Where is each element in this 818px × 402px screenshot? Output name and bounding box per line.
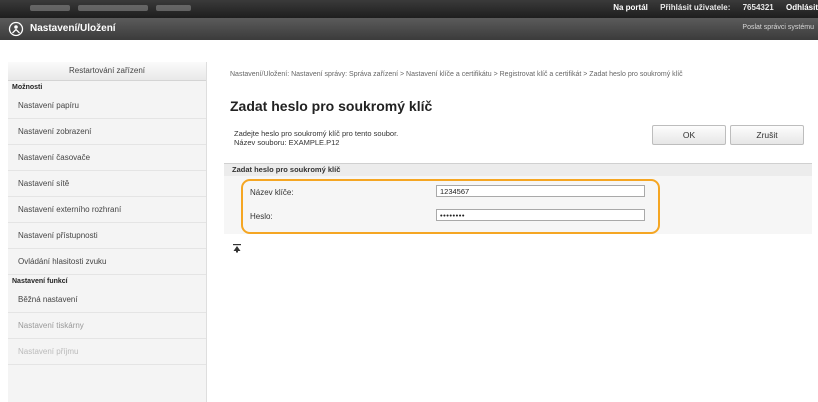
password-input[interactable]: •••••••• <box>436 209 645 221</box>
app-header: Nastavení/Uložení Poslat správci systému <box>0 18 818 40</box>
page-title: Zadat heslo pro soukromý klíč <box>230 98 433 114</box>
sidebar-item-timer[interactable]: Nastavení časovače <box>8 145 206 171</box>
sidebar-item-display[interactable]: Nastavení zobrazení <box>8 119 206 145</box>
sidebar-section-options: Možnosti <box>8 81 206 93</box>
description-text: Zadejte heslo pro soukromý klíč pro tent… <box>234 129 399 138</box>
top-bar: Na portál Přihlásit uživatele: 7654321 O… <box>0 0 818 18</box>
key-name-label: Název klíče: <box>250 188 294 197</box>
login-label: Přihlásit uživatele: <box>660 3 731 12</box>
main-content: Nastavení/Uložení: Nastavení správy: Spr… <box>222 62 818 402</box>
ok-button[interactable]: OK <box>652 125 726 145</box>
user-id: 7654321 <box>742 3 774 12</box>
sidebar-item-receive[interactable]: Nastavení příjmu <box>8 339 206 365</box>
sidebar-item-network[interactable]: Nastavení sítě <box>8 171 206 197</box>
sidebar-item-paper[interactable]: Nastavení papíru <box>8 93 206 119</box>
page-header-title: Nastavení/Uložení <box>30 23 116 34</box>
password-label: Heslo: <box>250 212 273 221</box>
top-links: Na portál Přihlásit uživatele: 7654321 O… <box>613 3 818 12</box>
sidebar-item-accessibility[interactable]: Nastavení přístupnosti <box>8 223 206 249</box>
key-name-input[interactable]: 1234567 <box>436 185 645 197</box>
sidebar-item-printer[interactable]: Nastavení tiskárny <box>8 313 206 339</box>
scroll-to-top-icon[interactable] <box>232 243 242 253</box>
blurred-url-bar <box>30 4 200 12</box>
panel-heading: Zadat heslo pro soukromý klíč <box>224 163 812 176</box>
breadcrumb: Nastavení/Uložení: Nastavení správy: Spr… <box>230 71 683 78</box>
description: Zadejte heslo pro soukromý klíč pro tent… <box>234 129 398 147</box>
sidebar-item-external-interface[interactable]: Nastavení externího rozhraní <box>8 197 206 223</box>
settings-register-icon <box>8 21 24 37</box>
portal-link[interactable]: Na portál <box>613 3 648 12</box>
logout-link[interactable]: Odhlásit <box>786 3 818 12</box>
cancel-button[interactable]: Zrušit <box>730 125 804 145</box>
send-to-admin-link[interactable]: Poslat správci systému <box>742 24 814 31</box>
restart-device-button[interactable]: Restartování zařízení <box>8 62 206 81</box>
file-name: Název souboru: EXAMPLE.P12 <box>234 138 340 147</box>
sidebar-item-volume[interactable]: Ovládání hlasitosti zvuku <box>8 249 206 275</box>
sidebar: Restartování zařízení Možnosti Nastavení… <box>8 62 207 402</box>
sidebar-item-common[interactable]: Běžná nastavení <box>8 287 206 313</box>
sidebar-section-functions: Nastavení funkcí <box>8 275 206 287</box>
